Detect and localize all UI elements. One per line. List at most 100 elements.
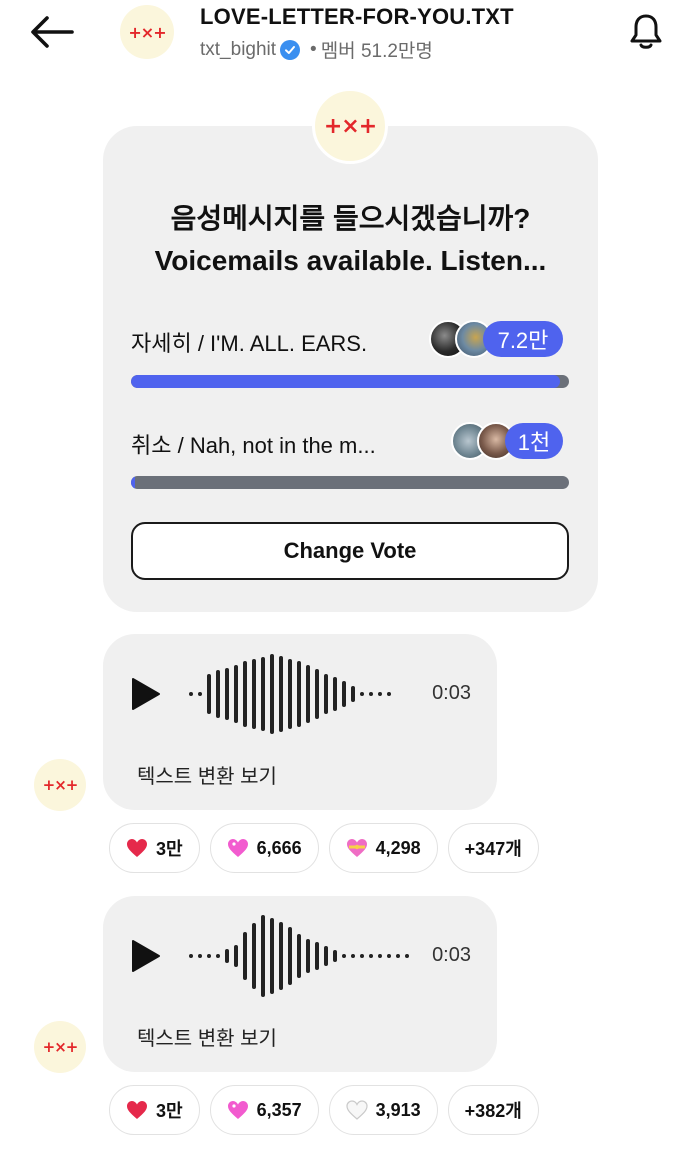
waveform-bar	[396, 954, 400, 958]
waveform-bar	[279, 656, 283, 732]
reaction-more-count: +382개	[464, 1101, 522, 1121]
audio-duration: 0:03	[432, 682, 471, 704]
sender-logo: +×+	[42, 1038, 79, 1056]
vote-progress-bar	[131, 476, 569, 489]
voice-message: 0:03 텍스트 변환 보기	[103, 896, 497, 1072]
view-transcript-link[interactable]: 텍스트 변환 보기	[137, 1022, 277, 1051]
waveform-bar	[297, 661, 301, 727]
play-icon	[132, 940, 160, 972]
poll-question: 음성메시지를 들으시겠습니까? Voicemails available. Li…	[103, 198, 598, 282]
more-reactions-button[interactable]: +382개	[447, 1085, 539, 1135]
waveform-bar	[288, 927, 292, 985]
vote-progress-fill	[131, 476, 136, 489]
waveform-bar	[324, 674, 328, 714]
sender-avatar[interactable]: +×+	[34, 1021, 86, 1073]
red-heart-icon	[126, 1099, 148, 1121]
waveform-bar	[288, 659, 292, 729]
voice-message: 0:03 텍스트 변환 보기	[103, 634, 497, 810]
waveform-bar	[306, 665, 310, 723]
poll-author-logo: +×+	[323, 113, 377, 139]
waveform-bar	[387, 692, 391, 696]
waveform-bar	[360, 692, 364, 696]
poll-author-avatar[interactable]: +×+	[312, 88, 388, 164]
reaction-count: 6,357	[256, 1099, 302, 1120]
waveform-bar	[243, 661, 247, 727]
channel-title: LOVE-LETTER-FOR-YOU.TXT	[200, 4, 514, 29]
waveform-bar	[189, 692, 193, 696]
waveform-bar	[342, 954, 346, 958]
play-button[interactable]	[131, 936, 167, 976]
waveform-bar	[252, 923, 256, 989]
poll-card: 음성메시지를 들으시겠습니까? Voicemails available. Li…	[103, 126, 598, 612]
poll-option-2[interactable]: 취소 / Nah, not in the m... 1천	[131, 422, 569, 492]
back-button[interactable]	[28, 10, 76, 54]
reaction-count: 3만	[156, 839, 183, 859]
heart-with-ribbon-icon	[346, 837, 368, 859]
reaction-count: 6,666	[256, 837, 302, 858]
play-icon	[132, 678, 160, 710]
waveform-bar	[342, 681, 346, 707]
waveform-bar	[225, 949, 229, 963]
poll-question-en: Voicemails available. Listen...	[154, 245, 547, 276]
reaction-red-heart[interactable]: 3만	[109, 1085, 200, 1135]
waveform-bar	[252, 659, 256, 729]
waveform-bar	[306, 939, 310, 973]
reaction-bar: 3만 6,666 4,298 +347개	[109, 823, 539, 873]
red-heart-icon	[126, 837, 148, 859]
reaction-count: 3만	[156, 1101, 183, 1121]
channel-logo: +×+	[128, 22, 166, 42]
waveform-bar	[189, 954, 193, 958]
reaction-red-heart[interactable]: 3만	[109, 823, 200, 873]
audio-waveform[interactable]	[189, 914, 409, 998]
member-count: 멤버 51.2만명	[320, 41, 433, 62]
sender-avatar[interactable]: +×+	[34, 759, 86, 811]
waveform-bar	[234, 945, 238, 967]
reaction-heart-ribbon[interactable]: 4,298	[328, 823, 438, 873]
reaction-bar: 3만 6,357 3,913 +382개	[109, 1085, 539, 1135]
poll-option-label: 취소 / Nah, not in the m...	[131, 433, 376, 458]
audio-waveform[interactable]	[189, 652, 391, 736]
reaction-white-heart[interactable]: 3,913	[328, 1085, 438, 1135]
vote-progress-fill	[131, 375, 561, 388]
subtitle-separator: •	[310, 38, 317, 60]
vote-count-badge: 1천	[505, 423, 563, 459]
waveform-bar	[261, 915, 265, 997]
reaction-pink-heart[interactable]: 6,357	[209, 1085, 319, 1135]
vote-progress-bar	[131, 375, 569, 388]
waveform-bar	[351, 686, 355, 702]
change-vote-button[interactable]: Change Vote	[131, 522, 569, 580]
reaction-pink-heart[interactable]: 6,666	[209, 823, 319, 873]
reaction-more-count: +347개	[464, 839, 522, 859]
more-reactions-button[interactable]: +347개	[447, 823, 539, 873]
channel-avatar[interactable]: +×+	[120, 5, 174, 59]
waveform-bar	[360, 954, 364, 958]
chat-header: +×+ LOVE-LETTER-FOR-YOU.TXT txt_bighit •…	[0, 0, 700, 80]
waveform-bar	[369, 692, 373, 696]
channel-handle[interactable]: txt_bighit	[200, 39, 276, 61]
reaction-count: 4,298	[375, 837, 421, 858]
waveform-bar	[207, 954, 211, 958]
white-heart-icon	[346, 1099, 368, 1121]
waveform-bar	[369, 954, 373, 958]
sparkling-heart-icon	[227, 1099, 249, 1121]
sparkling-heart-icon	[227, 837, 249, 859]
waveform-bar	[387, 954, 391, 958]
arrow-left-icon	[31, 16, 74, 48]
poll-option-1[interactable]: 자세히 / I'M. ALL. EARS. 7.2만	[131, 320, 569, 392]
waveform-bar	[225, 668, 229, 720]
reaction-count: 3,913	[375, 1099, 421, 1120]
poll-question-ko: 음성메시지를 들으시겠습니까?	[170, 203, 531, 234]
play-button[interactable]	[131, 674, 167, 714]
waveform-bar	[297, 934, 301, 978]
poll-option-label: 자세히 / I'M. ALL. EARS.	[131, 331, 368, 356]
waveform-bar	[324, 946, 328, 966]
waveform-bar	[333, 677, 337, 711]
view-transcript-link[interactable]: 텍스트 변환 보기	[137, 760, 277, 789]
waveform-bar	[315, 669, 319, 719]
waveform-bar	[405, 954, 409, 958]
notification-button[interactable]	[624, 10, 668, 54]
waveform-bar	[198, 954, 202, 958]
waveform-bar	[270, 918, 274, 994]
waveform-bar	[378, 954, 382, 958]
audio-duration: 0:03	[432, 944, 471, 966]
